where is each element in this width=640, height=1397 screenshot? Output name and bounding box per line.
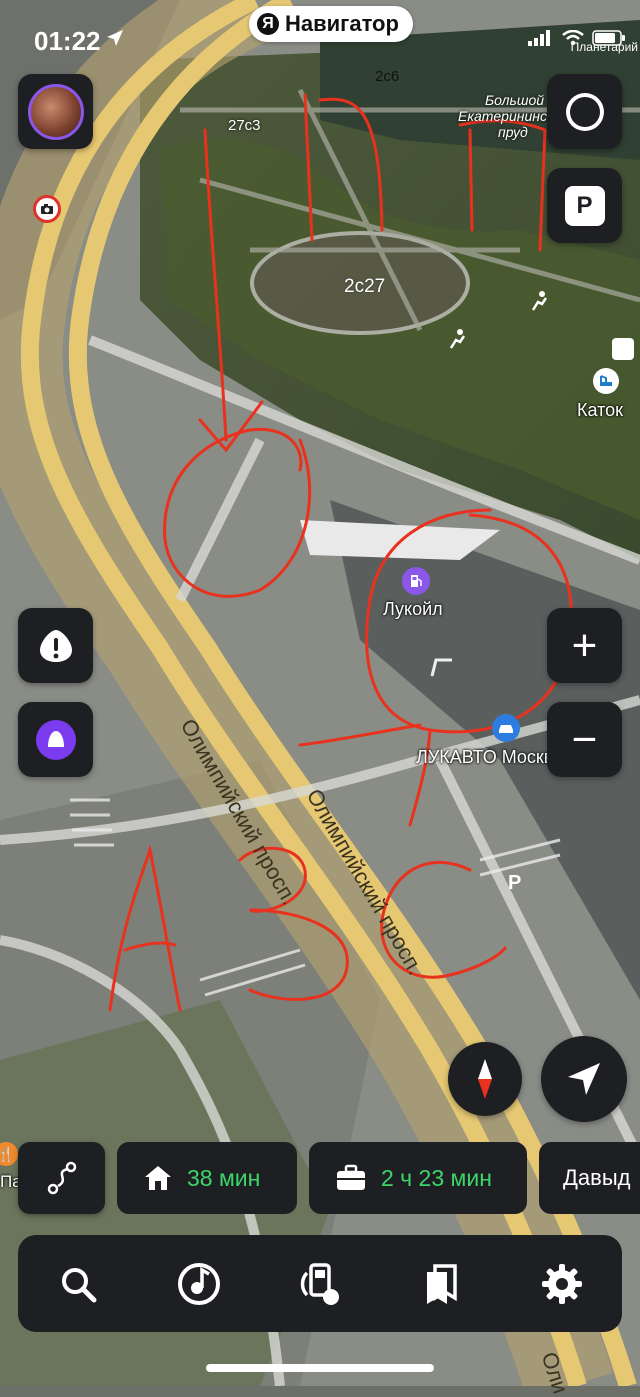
shortcut-home-time: 38 мин [187,1164,261,1191]
navigation-arrow-icon [568,1063,600,1095]
building-icon [612,338,634,360]
building-label-2c6: 2с6 [375,68,400,85]
compass-icon [478,1059,492,1099]
map-layers-button[interactable] [547,74,622,149]
ice-rink-icon[interactable] [593,368,619,394]
yandex-logo-icon: Я [257,13,279,35]
status-time: 01:22 [34,26,101,56]
app-title-pill[interactable]: Я Навигатор [249,6,413,42]
tab-music[interactable] [169,1254,229,1314]
my-location-button[interactable] [541,1036,627,1122]
warning-icon [39,629,72,662]
status-carrier-label: Планетарий [570,40,638,54]
search-icon [62,1267,97,1302]
construction-icon [428,656,456,678]
car-service-icon[interactable] [492,714,520,742]
pond-label-line3: пруд [498,124,528,140]
location-services-icon [107,30,123,46]
tab-bookmarks[interactable] [411,1254,471,1314]
alice-assistant-button[interactable] [18,702,93,777]
bookmarks-icon [426,1263,457,1304]
building-label-27c3: 27с3 [228,117,261,134]
briefcase-icon [337,1164,365,1190]
compass-button[interactable] [448,1042,522,1116]
zoom-out-button[interactable]: − [547,702,622,777]
bottom-tab-bar [18,1235,622,1332]
route-button[interactable] [18,1142,105,1214]
building-label-2c27: 2с27 [344,276,386,297]
shortcut-work-time: 2 ч 23 мин [381,1164,492,1191]
pond-label-line1: Большой [485,92,545,108]
sport-icon-2 [446,328,468,350]
pond-label-line2: Екатерининс [458,108,547,124]
sport-icon [528,290,550,312]
alice-icon [35,719,76,760]
shortcut-work[interactable]: 2 ч 23 мин [309,1142,527,1214]
avatar [27,83,84,140]
tab-settings[interactable] [532,1254,592,1314]
layers-circle-icon [565,92,604,131]
parking-map-icon: P [508,872,522,894]
gas-station-icon[interactable] [402,567,430,595]
music-icon [178,1262,221,1305]
profile-button[interactable] [18,74,93,149]
route-icon [47,1161,76,1195]
speed-camera-icon[interactable] [33,195,61,223]
fuel-icon [300,1262,339,1305]
cellular-signal-icon [528,30,550,46]
home-indicator[interactable] [206,1364,434,1372]
tab-search[interactable] [48,1254,108,1314]
zoom-in-button[interactable]: + [547,608,622,683]
home-icon [145,1166,171,1190]
settings-icon [541,1263,582,1304]
parking-label: P [564,185,605,226]
tab-fuel[interactable] [290,1254,350,1314]
parking-button[interactable]: P [547,168,622,243]
rink-label: Каток [577,400,624,420]
shortcut-favorite-name: Давыд [563,1165,631,1190]
app-title: Навигатор [285,11,399,36]
gas-station-label: Лукойл [383,599,443,619]
report-incident-button[interactable] [18,608,93,683]
shortcut-home[interactable]: 38 мин [117,1142,297,1214]
shortcut-favorite[interactable]: Давыд [539,1142,640,1214]
